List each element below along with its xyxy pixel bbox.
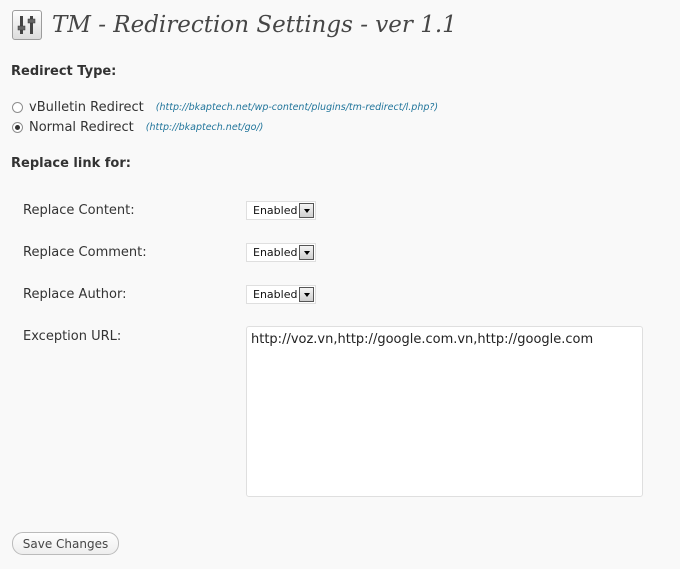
radio-normal-label[interactable]: Normal Redirect [29, 120, 134, 135]
page-title: TM - Redirection Settings - ver 1.1 [52, 12, 457, 38]
radio-vbulletin-label[interactable]: vBulletin Redirect [29, 100, 144, 115]
page-header: TM - Redirection Settings - ver 1.1 [12, 8, 457, 42]
redirect-type-heading: Redirect Type: [11, 64, 117, 79]
settings-sliders-icon [12, 10, 42, 40]
replace-author-select[interactable]: Enabled [246, 285, 316, 304]
replace-author-label: Replace Author: [23, 287, 127, 302]
radio-option-normal[interactable]: Normal Redirect (http://bkaptech.net/go/… [12, 120, 263, 135]
replace-comment-select[interactable]: Enabled [246, 243, 316, 262]
chevron-down-icon[interactable] [299, 287, 314, 302]
replace-link-heading: Replace link for: [11, 156, 131, 171]
replace-content-value: Enabled [253, 204, 298, 217]
radio-vbulletin-hint: (http://bkaptech.net/wp-content/plugins/… [155, 102, 439, 113]
exception-url-label: Exception URL: [23, 329, 122, 344]
chevron-down-icon[interactable] [299, 203, 314, 218]
replace-comment-value: Enabled [253, 246, 298, 259]
radio-normal[interactable] [12, 122, 23, 133]
replace-content-label: Replace Content: [23, 203, 135, 218]
radio-vbulletin[interactable] [12, 102, 23, 113]
replace-author-value: Enabled [253, 288, 298, 301]
radio-normal-hint: (http://bkaptech.net/go/) [145, 122, 264, 133]
replace-comment-label: Replace Comment: [23, 245, 147, 260]
exception-url-textarea[interactable]: http://voz.vn,http://google.com.vn,http:… [246, 326, 643, 497]
save-changes-button[interactable]: Save Changes [12, 532, 119, 555]
chevron-down-icon[interactable] [299, 245, 314, 260]
radio-option-vbulletin[interactable]: vBulletin Redirect (http://bkaptech.net/… [12, 100, 438, 115]
replace-content-select[interactable]: Enabled [246, 201, 316, 220]
